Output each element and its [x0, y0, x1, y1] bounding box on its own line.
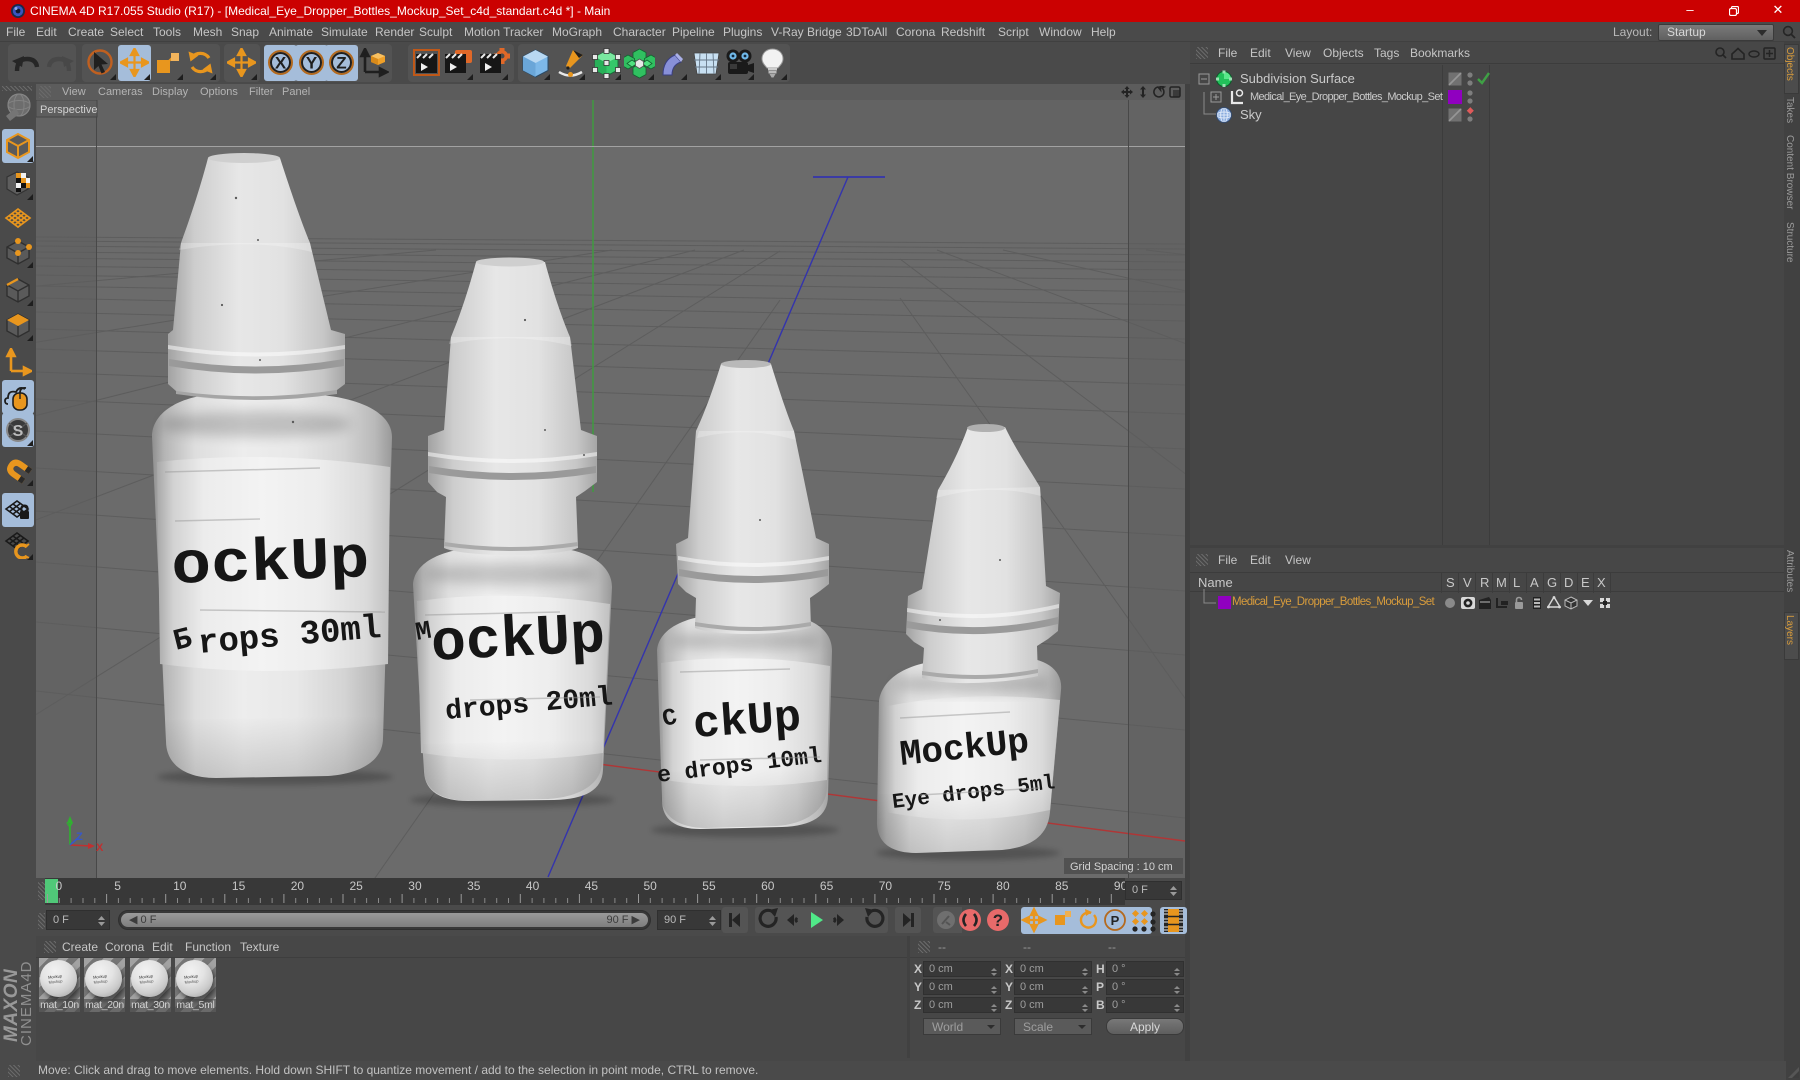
- svg-text:ckUp: ckUp: [691, 693, 802, 751]
- svg-text:Y: Y: [306, 54, 318, 73]
- svg-text:75: 75: [938, 879, 952, 893]
- svg-text:35: 35: [467, 879, 481, 893]
- svg-text:P: P: [1111, 913, 1120, 928]
- svg-text:85: 85: [1055, 879, 1069, 893]
- svg-text:Grid Spacing : 10 cm: Grid Spacing : 10 cm: [1070, 861, 1173, 873]
- svg-text:55: 55: [702, 879, 716, 893]
- svg-text:Y: Y: [66, 821, 74, 833]
- svg-text:Z: Z: [336, 54, 346, 73]
- svg-text:?: ?: [993, 911, 1003, 930]
- svg-text:X: X: [96, 842, 104, 854]
- svg-text:0: 0: [56, 879, 63, 893]
- svg-text:70: 70: [879, 879, 893, 893]
- svg-text:ockUp: ockUp: [170, 526, 370, 601]
- svg-text:80: 80: [996, 879, 1010, 893]
- svg-text:15: 15: [232, 879, 246, 893]
- svg-text:50: 50: [644, 879, 658, 893]
- svg-text:S: S: [13, 423, 24, 440]
- svg-text:60: 60: [761, 879, 775, 893]
- svg-text:25: 25: [350, 879, 364, 893]
- svg-text:ockUp: ockUp: [430, 604, 607, 678]
- svg-text:45: 45: [585, 879, 599, 893]
- svg-text:90: 90: [1114, 879, 1125, 893]
- svg-text:30: 30: [408, 879, 422, 893]
- svg-text:40: 40: [526, 879, 540, 893]
- svg-text:Perspective: Perspective: [40, 104, 97, 116]
- svg-text:65: 65: [820, 879, 834, 893]
- svg-text:10: 10: [173, 879, 187, 893]
- svg-text:20: 20: [291, 879, 305, 893]
- svg-text:Z: Z: [76, 831, 83, 843]
- svg-text:X: X: [275, 54, 287, 73]
- svg-text:5: 5: [114, 879, 121, 893]
